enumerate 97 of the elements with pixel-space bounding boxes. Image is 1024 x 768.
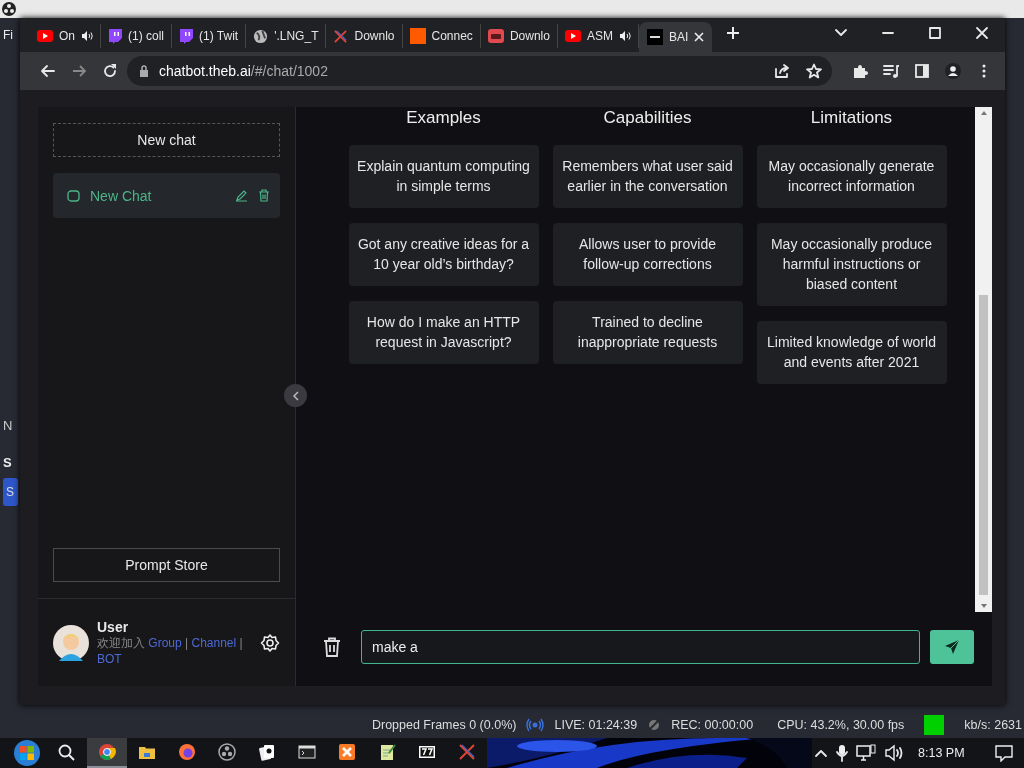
prompt-card[interactable]: Allows user to provide follow-up corrections (552, 223, 743, 286)
globe-icon (253, 28, 269, 44)
menu-item[interactable]: Fi (3, 28, 13, 42)
link[interactable]: Group (148, 635, 182, 650)
star-icon[interactable] (806, 63, 822, 79)
prompt-card[interactable]: May occasionally generate incorrect information (756, 145, 947, 208)
new-chat-button[interactable]: New chat (53, 123, 280, 157)
start-orb-icon[interactable] (14, 740, 40, 766)
status-indicator (924, 715, 945, 735)
volume-icon[interactable] (884, 744, 904, 762)
square-icon (409, 28, 426, 44)
share-icon[interactable] (774, 63, 790, 79)
chat-bubble-icon (108, 28, 122, 44)
status-text: kb/s: 2631 (964, 718, 1022, 732)
search-icon[interactable] (58, 744, 76, 762)
status-text: REC: 00:00:00 (671, 718, 754, 732)
prompt-store-button[interactable]: Prompt Store (53, 548, 280, 582)
chat-bubble-icon (179, 28, 194, 44)
crossed-swords-icon (333, 28, 349, 44)
browser-tab[interactable]: ASM (557, 24, 639, 48)
browser-tab[interactable]: On (30, 24, 101, 48)
speaker-icon[interactable] (81, 30, 93, 42)
taskbar-button[interactable] (87, 738, 127, 768)
network-icon[interactable] (856, 744, 876, 762)
side-button[interactable]: S (3, 478, 18, 506)
address-bar[interactable]: chatbot.theb.ai/#/chat/1002 (127, 56, 832, 86)
scrollbar[interactable] (975, 107, 992, 612)
chrome-icon[interactable] (98, 743, 116, 761)
browser-tab[interactable]: Connec (402, 24, 481, 48)
send-button[interactable] (930, 630, 974, 664)
url-path: /#/chat/1002 (250, 63, 329, 79)
forward-icon[interactable] (70, 63, 87, 79)
chevron-left-icon (291, 390, 300, 401)
status-text: CPU: 43.2%, 30.00 fps (777, 718, 905, 732)
browser-tab[interactable]: (1) coll (101, 24, 173, 48)
media-list-icon[interactable] (882, 63, 899, 79)
settings-icon[interactable] (260, 632, 280, 653)
crossed-swords-icon[interactable] (458, 743, 476, 761)
terminal-icon[interactable] (298, 743, 316, 761)
arcade-icon (487, 28, 504, 44)
url-host: chatbot.theb.ai (159, 63, 251, 79)
status-text: LIVE: 01:24:39 (554, 718, 638, 732)
status-text: Dropped Frames 0 (0.0%) (371, 718, 517, 732)
close-icon[interactable] (694, 32, 705, 42)
xampp-icon[interactable] (338, 743, 356, 761)
section-label: N (3, 418, 13, 433)
column-heading: Capabilities (602, 107, 693, 129)
video-play-icon (37, 30, 53, 42)
column-heading: Examples (405, 107, 482, 129)
edit-icon[interactable] (235, 189, 248, 202)
record-off-icon (647, 718, 662, 732)
user-name: User (97, 618, 130, 635)
message-input[interactable]: make a (361, 630, 920, 664)
link[interactable]: Channel (191, 635, 237, 650)
browser-tab[interactable]: '.LNG_T (246, 24, 327, 48)
section-label: S (3, 455, 12, 470)
chat-item[interactable]: New Chat (53, 173, 280, 218)
microphone-icon[interactable] (836, 744, 848, 762)
side-panel-icon[interactable] (913, 63, 930, 79)
back-icon[interactable] (39, 63, 56, 79)
close-icon[interactable] (974, 26, 989, 40)
column-heading: Limitations (809, 107, 894, 129)
obs-icon[interactable] (218, 743, 236, 761)
archive-icon[interactable] (418, 743, 436, 761)
browser-tab[interactable]: Downlo (326, 24, 403, 48)
prompt-card[interactable]: Got any creative ideas for a 10 year old’s birthday? (348, 223, 539, 286)
app-logo-icon (646, 29, 663, 45)
puzzle-icon[interactable] (851, 63, 868, 79)
notification-icon[interactable] (994, 744, 1013, 762)
avatar (53, 624, 89, 661)
welcome-text: 欢迎加入 Group | Channel | BOT (97, 634, 244, 667)
prompt-card[interactable]: May occasionally produce harmful instructions or biased content (756, 223, 947, 306)
lock-icon (139, 65, 149, 77)
playing-cards-icon[interactable] (258, 743, 276, 761)
paper-plane-icon (944, 639, 960, 655)
browser-tab[interactable]: BAI (638, 22, 713, 52)
collapse-button[interactable] (284, 384, 307, 407)
broadcast-icon (526, 718, 545, 732)
video-play-icon (564, 30, 581, 42)
browser-tab[interactable]: Downlo (480, 24, 558, 48)
prompt-card[interactable]: Remembers what user said earlier in the conversation (552, 145, 743, 208)
chat-bubble-icon (67, 189, 80, 202)
prompt-card[interactable]: Trained to decline inappropriate requests (552, 301, 743, 364)
plus-icon[interactable] (726, 26, 741, 40)
prompt-card[interactable]: How do I make an HTTP request in Javascript? (348, 301, 539, 364)
profile-icon[interactable] (944, 63, 961, 79)
delete-icon[interactable] (258, 189, 270, 202)
prompt-card[interactable]: Limited knowledge of world and events after 2021 (756, 321, 947, 384)
link[interactable]: BOT (97, 651, 122, 666)
notepad-icon[interactable] (378, 743, 396, 761)
browser-tab[interactable]: (1) Twit (172, 24, 247, 48)
chevron-up-icon[interactable] (814, 748, 828, 758)
maximize-icon[interactable] (927, 26, 942, 40)
reload-icon[interactable] (101, 63, 118, 79)
prompt-card[interactable]: Explain quantum computing in simple terms (348, 145, 539, 208)
speaker-icon[interactable] (618, 30, 631, 42)
clock[interactable]: 8:13 PM (918, 746, 965, 760)
